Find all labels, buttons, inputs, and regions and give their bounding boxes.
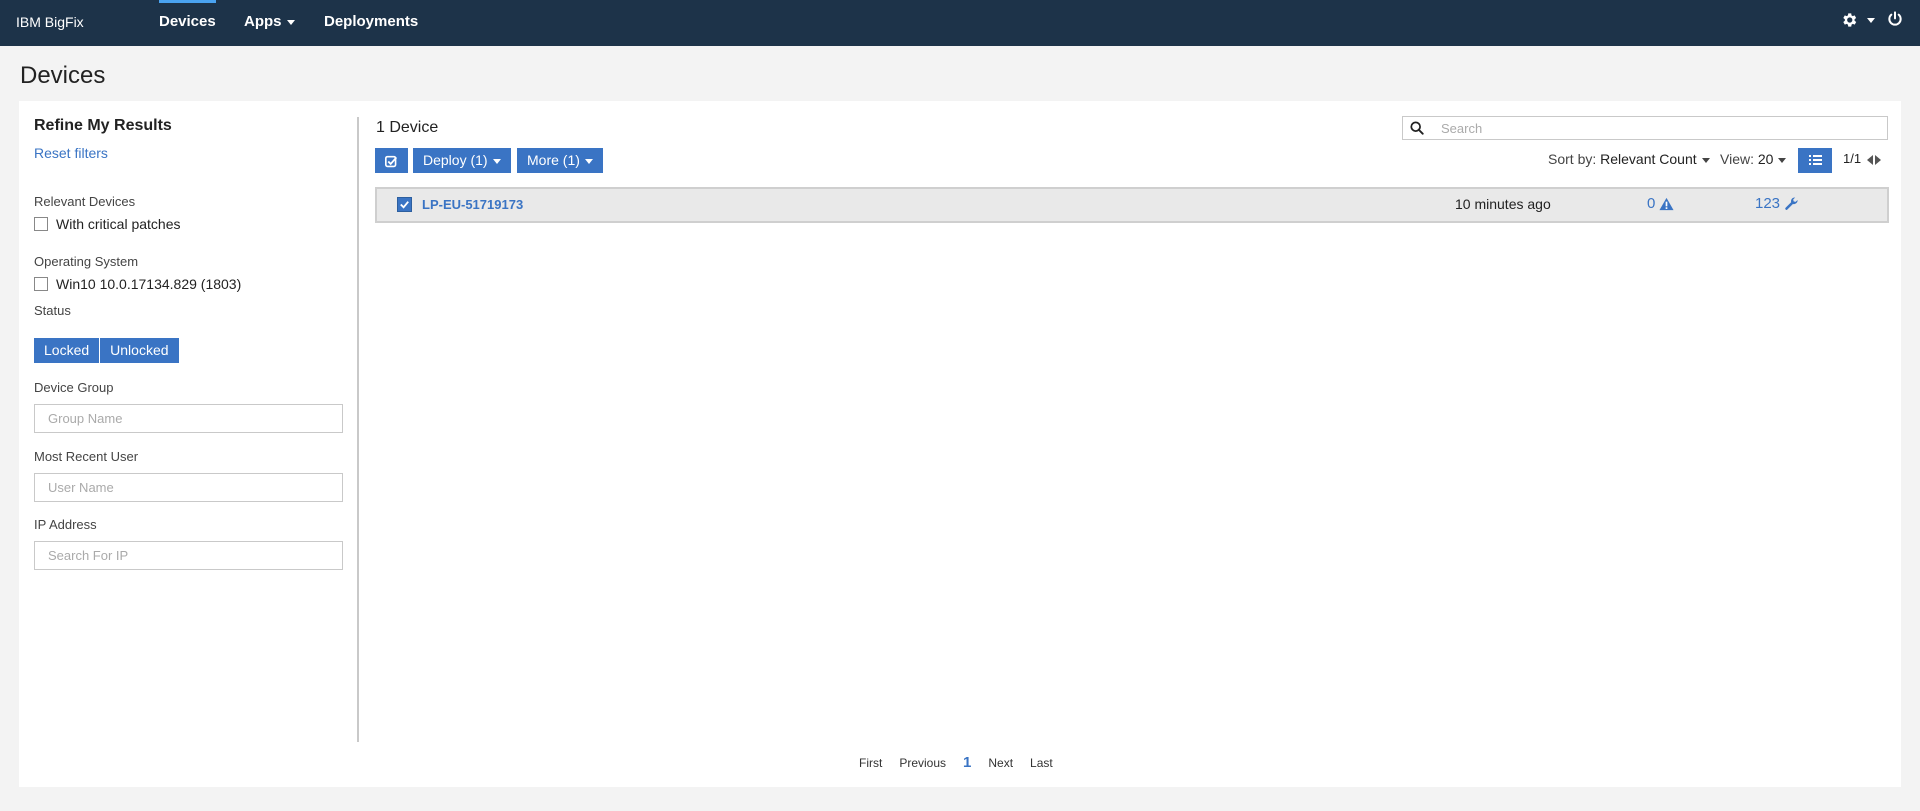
device-last-seen: 10 minutes ago: [1455, 196, 1551, 212]
select-all-button[interactable]: [375, 148, 408, 173]
search-icon: [1410, 121, 1424, 135]
view-control[interactable]: View: 20: [1720, 151, 1787, 167]
check-square-icon: [385, 155, 398, 167]
next-page-link[interactable]: Next: [988, 756, 1013, 770]
view-label: View:: [1720, 151, 1754, 167]
brand-logo[interactable]: IBM BigFix: [16, 14, 84, 30]
page-indicator: 1/1: [1843, 151, 1881, 166]
chevron-down-icon: [286, 19, 295, 25]
nav-apps-label: Apps: [244, 13, 282, 30]
sort-control[interactable]: Sort by: Relevant Count: [1548, 151, 1710, 167]
status-locked-button[interactable]: Locked: [34, 338, 100, 363]
critical-count: 0: [1647, 195, 1656, 212]
sidebar-divider: [357, 117, 359, 742]
logout-button[interactable]: [1887, 11, 1903, 30]
list-icon: [1809, 155, 1822, 165]
gear-icon: [1843, 13, 1857, 27]
chevron-down-icon: [1866, 17, 1875, 23]
sort-label: Sort by:: [1548, 151, 1597, 167]
main-panel: Refine My Results Reset filters Relevant…: [19, 101, 1901, 787]
first-page-link[interactable]: First: [859, 756, 882, 770]
sort-value[interactable]: Relevant Count: [1600, 151, 1697, 167]
table-row[interactable]: LP-EU-51719173 10 minutes ago 0 123: [375, 187, 1889, 223]
chevron-down-icon: [492, 158, 501, 164]
list-view-button[interactable]: [1798, 148, 1832, 173]
critical-patches-filter[interactable]: With critical patches: [34, 216, 180, 232]
os-label: Operating System: [34, 254, 139, 269]
power-icon: [1888, 11, 1902, 26]
relevant-devices-label: Relevant Devices: [34, 194, 136, 209]
page-title: Devices: [20, 62, 106, 89]
status-label: Status: [34, 303, 71, 318]
critical-count-link[interactable]: 0: [1647, 195, 1674, 212]
deploy-label: Deploy (1): [423, 152, 488, 168]
settings-menu[interactable]: [1840, 11, 1875, 29]
row-checkbox[interactable]: [397, 197, 412, 212]
chevron-down-icon: [1701, 157, 1710, 163]
top-nav-bar: IBM BigFix Devices Apps Deployments: [0, 0, 1920, 46]
ip-address-label: IP Address: [34, 517, 97, 532]
device-name-link[interactable]: LP-EU-51719173: [422, 197, 523, 212]
patch-count: 123: [1755, 195, 1781, 212]
chevron-down-icon: [584, 158, 593, 164]
device-search[interactable]: [1402, 116, 1888, 140]
chevron-down-icon: [1778, 157, 1787, 163]
device-group-label: Device Group: [34, 380, 114, 395]
current-page[interactable]: 1: [963, 754, 971, 771]
os-checkbox[interactable]: [34, 277, 48, 291]
wrench-icon: [1785, 197, 1798, 210]
os-option-label: Win10 10.0.17134.829 (1803): [56, 276, 242, 292]
status-toggle: Locked Unlocked: [34, 338, 180, 363]
reset-filters-link[interactable]: Reset filters: [34, 145, 108, 161]
next-page-icon[interactable]: [1874, 154, 1881, 165]
last-page-link[interactable]: Last: [1030, 756, 1053, 770]
nav-apps[interactable]: Apps: [244, 13, 295, 30]
view-value[interactable]: 20: [1758, 151, 1774, 167]
ip-search-input[interactable]: [34, 541, 343, 570]
nav-deployments[interactable]: Deployments: [324, 13, 418, 30]
deploy-button[interactable]: Deploy (1): [413, 148, 511, 173]
critical-patches-label: With critical patches: [56, 216, 181, 232]
check-icon: [400, 201, 409, 209]
user-name-input[interactable]: [34, 473, 343, 502]
more-button[interactable]: More (1): [517, 148, 603, 173]
warning-icon: [1659, 197, 1674, 210]
group-name-input[interactable]: [34, 404, 343, 433]
device-search-input[interactable]: [1441, 117, 1881, 139]
sidebar-title: Refine My Results: [34, 117, 172, 134]
device-count: 1 Device: [376, 119, 439, 136]
critical-patches-checkbox[interactable]: [34, 217, 48, 231]
prev-page-icon[interactable]: [1866, 154, 1873, 165]
recent-user-label: Most Recent User: [34, 449, 139, 464]
nav-devices[interactable]: Devices: [159, 0, 216, 30]
previous-page-link[interactable]: Previous: [899, 756, 946, 770]
status-unlocked-button[interactable]: Unlocked: [100, 338, 179, 363]
pagination: First Previous 1 Next Last: [859, 754, 1070, 771]
os-filter[interactable]: Win10 10.0.17134.829 (1803): [34, 276, 241, 292]
patch-count-link[interactable]: 123: [1755, 195, 1799, 212]
more-label: More (1): [527, 152, 580, 168]
page-indicator-text: 1/1: [1843, 151, 1862, 166]
